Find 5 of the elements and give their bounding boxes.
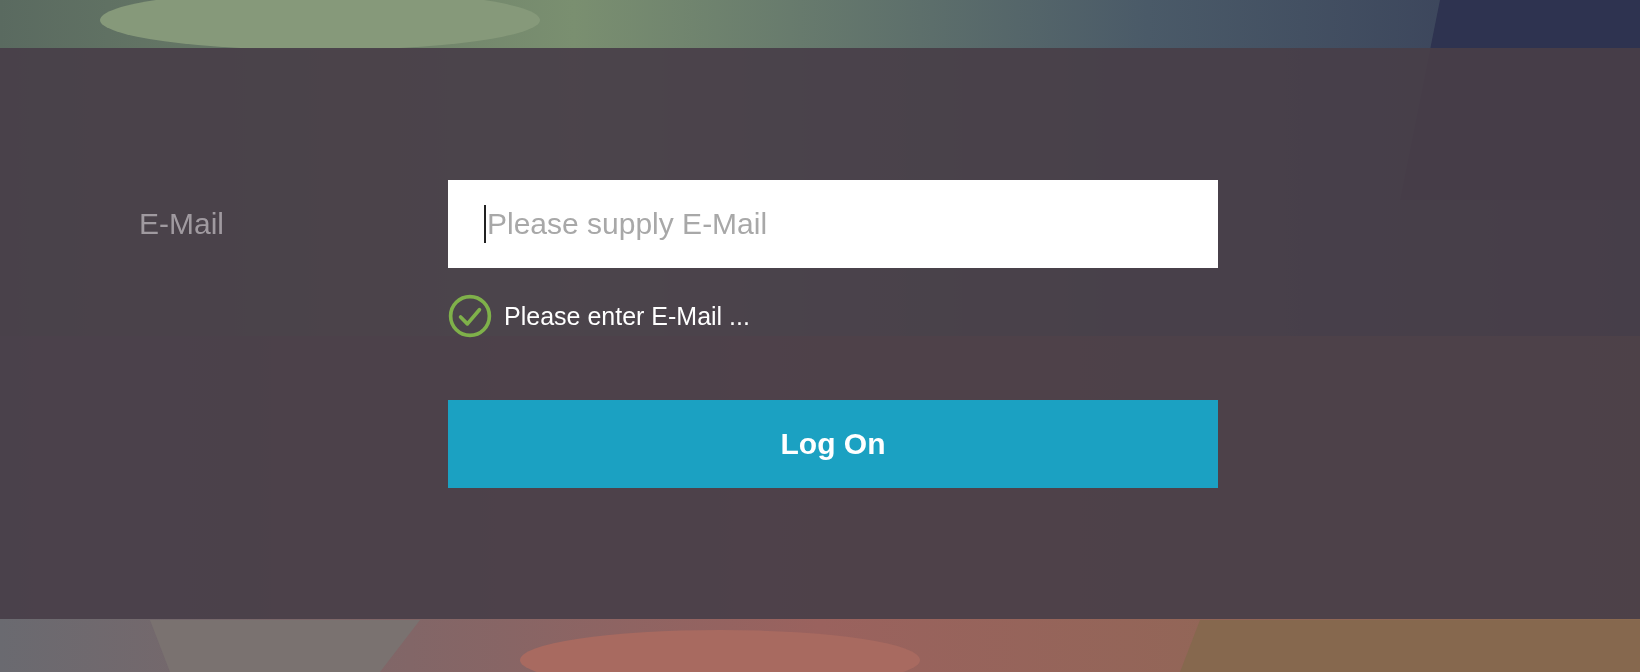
- hint-text: Please enter E-Mail ...: [504, 301, 750, 331]
- email-label: E-Mail: [138, 206, 225, 242]
- log-on-button[interactable]: Log On: [448, 400, 1218, 488]
- text-cursor: [484, 205, 486, 243]
- email-field[interactable]: Please supply E-Mail: [448, 180, 1218, 268]
